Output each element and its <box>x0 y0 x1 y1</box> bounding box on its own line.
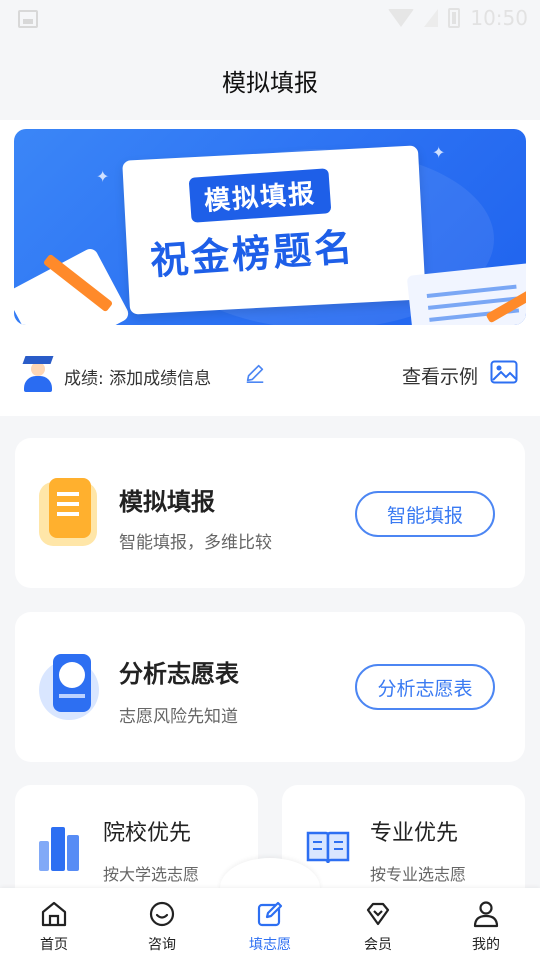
analysis-icon <box>39 654 101 722</box>
tab-label: 会员 <box>364 937 392 953</box>
image-icon[interactable] <box>490 360 518 384</box>
card-subtitle: 按大学选志愿 <box>103 865 200 884</box>
page-title: 模拟填报 <box>222 68 318 97</box>
tab-label: 填志愿 <box>249 937 291 953</box>
tab-label: 咨询 <box>148 937 176 953</box>
image-notification-icon <box>18 10 38 28</box>
card-title: 分析志愿表 <box>119 660 239 688</box>
header: 模拟填报 <box>0 40 540 120</box>
card-subtitle: 志愿风险先知道 <box>119 707 238 727</box>
analyze-table-card[interactable]: 分析志愿表 志愿风险先知道 分析志愿表 <box>15 612 525 762</box>
tab-member[interactable]: 会员 <box>324 888 432 960</box>
book-icon <box>306 831 350 864</box>
card-subtitle: 智能填报，多维比较 <box>119 533 272 553</box>
analyze-table-button[interactable]: 分析志愿表 <box>355 664 495 710</box>
card-subtitle: 按专业选志愿 <box>370 865 467 884</box>
chat-icon <box>149 901 175 927</box>
card-title: 模拟填报 <box>119 488 215 516</box>
battery-icon <box>448 8 461 28</box>
sparkle-icon: ✦ <box>96 167 110 186</box>
home-icon <box>41 901 67 927</box>
tab-home[interactable]: 首页 <box>0 888 108 960</box>
tab-fill[interactable]: 填志愿 <box>216 888 324 960</box>
diamond-icon <box>366 902 390 926</box>
tab-consult[interactable]: 咨询 <box>108 888 216 960</box>
sparkle-icon: ✦ <box>432 143 446 162</box>
pencil-edit-icon[interactable] <box>244 362 266 384</box>
status-bar: 10:50 <box>0 0 540 40</box>
smart-fill-button[interactable]: 智能填报 <box>355 491 495 537</box>
document-icon <box>39 478 101 548</box>
tab-label: 我的 <box>472 937 500 953</box>
user-icon <box>473 901 499 928</box>
view-example-link[interactable]: 查看示例 <box>402 362 478 389</box>
banner[interactable]: ✦ ✦ 模拟填报 祝金榜题名 <box>14 129 526 325</box>
signal-icon <box>424 9 439 27</box>
graduate-avatar-icon <box>22 356 54 392</box>
top-card: ✦ ✦ 模拟填报 祝金榜题名 成绩: 添加成绩信息 查看示例 <box>0 120 540 416</box>
score-label[interactable]: 成绩: 添加成绩信息 <box>64 364 211 389</box>
building-icon <box>39 827 83 871</box>
tab-mine[interactable]: 我的 <box>432 888 540 960</box>
status-time: 10:50 <box>470 6 528 30</box>
card-title: 院校优先 <box>103 821 192 846</box>
edit-icon <box>257 901 283 927</box>
score-row: 成绩: 添加成绩信息 查看示例 <box>0 346 540 396</box>
tab-label: 首页 <box>40 937 68 953</box>
card-title: 专业优先 <box>370 821 459 846</box>
wifi-icon <box>388 9 415 27</box>
simulate-fill-card[interactable]: 模拟填报 智能填报，多维比较 智能填报 <box>15 438 525 588</box>
